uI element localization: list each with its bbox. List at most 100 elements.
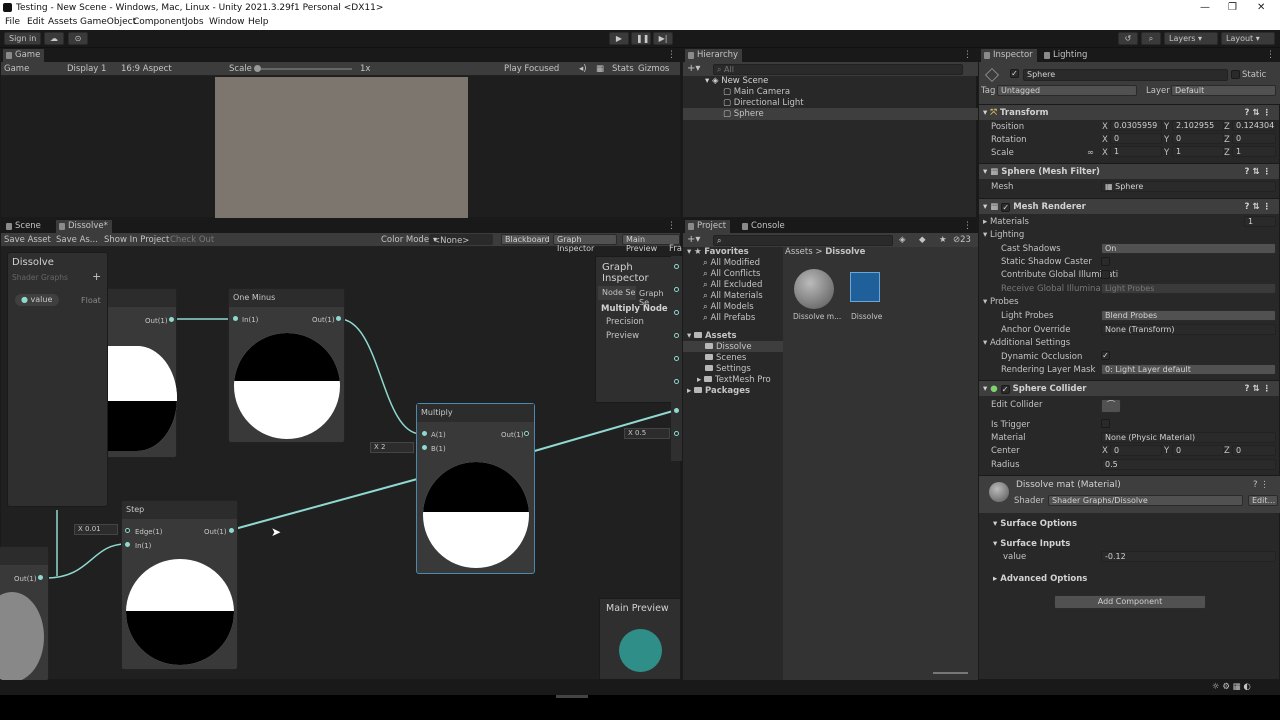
dynamic-occlusion-checkbox[interactable]: ✓ [1101, 351, 1110, 360]
hierarchy-item-new-scene[interactable]: ▾ ◈ New Scene [705, 76, 768, 86]
aspect-dropdown[interactable]: 16:9 Aspect [121, 64, 172, 74]
contribute-gi-checkbox[interactable] [1101, 270, 1110, 279]
packages-header[interactable]: ▸ Packages [687, 386, 750, 396]
component-menu-icon[interactable]: ? ⇅ ⋮ [1245, 381, 1271, 397]
is-trigger-checkbox[interactable] [1101, 419, 1110, 428]
surface-options-foldout[interactable]: ▾ Surface Options [993, 519, 1077, 529]
close-button[interactable]: ✕ [1257, 2, 1265, 13]
multiply-node[interactable]: Multiply A(1) B(1) Out(1) [416, 403, 535, 574]
scale-slider-track[interactable] [257, 68, 352, 70]
rotation-y-input[interactable]: 0 [1172, 133, 1224, 144]
assets-header[interactable]: ▾ Assets [687, 331, 737, 341]
radius-input[interactable]: 0.5 [1101, 459, 1276, 470]
menu-edit[interactable]: Edit [27, 17, 44, 27]
project-search-input[interactable]: ⌕ [713, 235, 893, 246]
folder-textmesh-pro[interactable]: ▸ TextMesh Pro [697, 375, 771, 385]
layout-dropdown[interactable]: Layout ▾ [1221, 32, 1275, 45]
menu-file[interactable]: File [5, 17, 20, 27]
stack-port-2[interactable] [674, 287, 679, 292]
receive-gi-dropdown[interactable]: Light Probes [1101, 283, 1276, 294]
hierarchy-item-sphere[interactable]: ▢ Sphere [723, 109, 764, 119]
cloud-icon[interactable]: ☁ [44, 32, 64, 45]
center-y-input[interactable]: 0 [1172, 445, 1224, 456]
material-header[interactable]: Dissolve mat (Material) ? ⋮ Shader Shade… [979, 475, 1280, 513]
shader-edit-button[interactable]: Edit... [1248, 495, 1278, 506]
play-button[interactable]: ▶ [609, 32, 629, 45]
tab-inspector[interactable]: Inspector [981, 49, 1037, 62]
mesh-field[interactable]: ▦ Sphere [1101, 181, 1276, 192]
bottom-left-out-port[interactable] [38, 575, 43, 580]
active-checkbox[interactable]: ✓ [1010, 69, 1019, 78]
play-focused-dropdown[interactable]: Play Focused [504, 64, 559, 74]
menu-component[interactable]: Component [133, 17, 185, 27]
light-probes-dropdown[interactable]: Blend Probes [1101, 310, 1276, 321]
multiply-b-port[interactable] [422, 445, 427, 450]
mesh-filter-header[interactable]: ▾ ▦ Sphere (Mesh Filter)? ⇅ ⋮ [979, 163, 1279, 179]
material-thumbnail[interactable] [794, 269, 834, 309]
minimize-button[interactable]: — [1200, 2, 1210, 13]
file-dissolve-label[interactable]: Dissolve [851, 312, 882, 321]
add-component-button[interactable]: Add Component [1054, 595, 1206, 609]
fav-all-conflicts[interactable]: ⌕ All Conflicts [703, 269, 760, 279]
value-input[interactable]: -0.12 [1101, 551, 1276, 562]
fav-all-modified[interactable]: ⌕ All Modified [703, 258, 760, 268]
folder-dissolve[interactable]: Dissolve [705, 342, 752, 352]
tab-lighting[interactable]: Lighting [1041, 49, 1091, 62]
layers-dropdown[interactable]: Layers ▾ [1164, 32, 1218, 45]
tab-console[interactable]: Console [739, 220, 789, 233]
panel-menu-icon[interactable]: ⋮ [963, 221, 972, 231]
fav-all-materials[interactable]: ⌕ All Materials [703, 291, 763, 301]
materials-count[interactable]: 1 [1244, 216, 1276, 227]
main-preview-panel[interactable]: Main Preview [599, 598, 681, 680]
step-node[interactable]: Step Edge(1) In(1) Out(1) [121, 500, 238, 670]
scale-y-input[interactable]: 1 [1172, 146, 1224, 157]
scale-z-input[interactable]: 1 [1232, 146, 1276, 157]
mesh-renderer-header[interactable]: ▾ ▦ ✓ Mesh Renderer? ⇅ ⋮ [979, 198, 1279, 214]
favorites-header[interactable]: ▾ ★ Favorites [687, 247, 749, 257]
pause-button[interactable]: ❚❚ [631, 32, 651, 45]
gizmos-dropdown[interactable]: Gizmos [638, 64, 669, 74]
stack-port-4[interactable] [674, 333, 679, 338]
left-texture-node[interactable]: Out(1) [97, 288, 177, 458]
advanced-options-foldout[interactable]: ▸ Advanced Options [993, 574, 1087, 584]
tab-project[interactable]: Project [685, 220, 731, 233]
sphere-collider-enabled[interactable]: ✓ [1000, 385, 1010, 394]
step-button[interactable]: ▶| [653, 32, 673, 45]
step-in-port[interactable] [125, 542, 130, 547]
stack-port-alpha[interactable] [674, 408, 679, 413]
one-minus-in-port[interactable] [233, 316, 238, 321]
probes-foldout[interactable]: ▾ Probes [983, 297, 1019, 307]
hierarchy-search-input[interactable]: ⌕ All [713, 64, 963, 75]
component-menu-icon[interactable]: ? ⇅ ⋮ [1245, 164, 1271, 180]
anchor-override-field[interactable]: None (Transform) [1101, 324, 1276, 335]
constrain-scale-icon[interactable]: ∞ [1087, 148, 1094, 158]
step-out-port[interactable] [229, 528, 234, 533]
multiply-out-port[interactable] [524, 431, 529, 436]
rotation-z-input[interactable]: 0 [1232, 133, 1276, 144]
file-dissolve-mat-label[interactable]: Dissolve m... [793, 312, 841, 321]
history-icon[interactable]: ↺ [1118, 32, 1138, 45]
one-minus-node[interactable]: One Minus In(1) Out(1) [228, 288, 345, 443]
breadcrumb-dissolve[interactable]: Dissolve [825, 247, 865, 257]
stack-port-5[interactable] [674, 356, 679, 361]
panel-menu-icon[interactable]: ⋮ [1266, 50, 1275, 60]
search-by-label-icon[interactable]: ◆ [919, 235, 926, 245]
shader-dropdown[interactable]: Shader Graphs/Dissolve [1048, 495, 1243, 506]
display-dropdown[interactable]: Display 1 [67, 64, 106, 74]
surface-inputs-foldout[interactable]: ▾ Surface Inputs [993, 539, 1070, 549]
stack-port-clip[interactable] [674, 431, 679, 436]
search-by-type-icon[interactable]: ◈ [899, 235, 906, 245]
maximize-button[interactable]: ❐ [1228, 2, 1237, 13]
transform-header[interactable]: ▾ ⤧ Transform? ⇅ ⋮ [979, 104, 1279, 120]
hierarchy-item-directional-light[interactable]: ▢ Directional Light [723, 98, 804, 108]
bottom-left-node[interactable]: Out(1) [0, 546, 49, 682]
hidden-packages-icon[interactable]: ⊘23 [953, 235, 971, 245]
fav-all-prefabs[interactable]: ⌕ All Prefabs [703, 313, 755, 323]
fav-all-excluded[interactable]: ⌕ All Excluded [703, 280, 762, 290]
menu-jobs[interactable]: Jobs [185, 17, 204, 27]
component-menu-icon[interactable]: ? ⇅ ⋮ [1245, 199, 1271, 215]
menu-gameobject[interactable]: GameObject [80, 17, 136, 27]
shadergraph-file-icon[interactable] [850, 272, 880, 302]
tag-dropdown[interactable]: Untagged [997, 85, 1137, 96]
additional-settings-foldout[interactable]: ▾ Additional Settings [983, 338, 1070, 348]
